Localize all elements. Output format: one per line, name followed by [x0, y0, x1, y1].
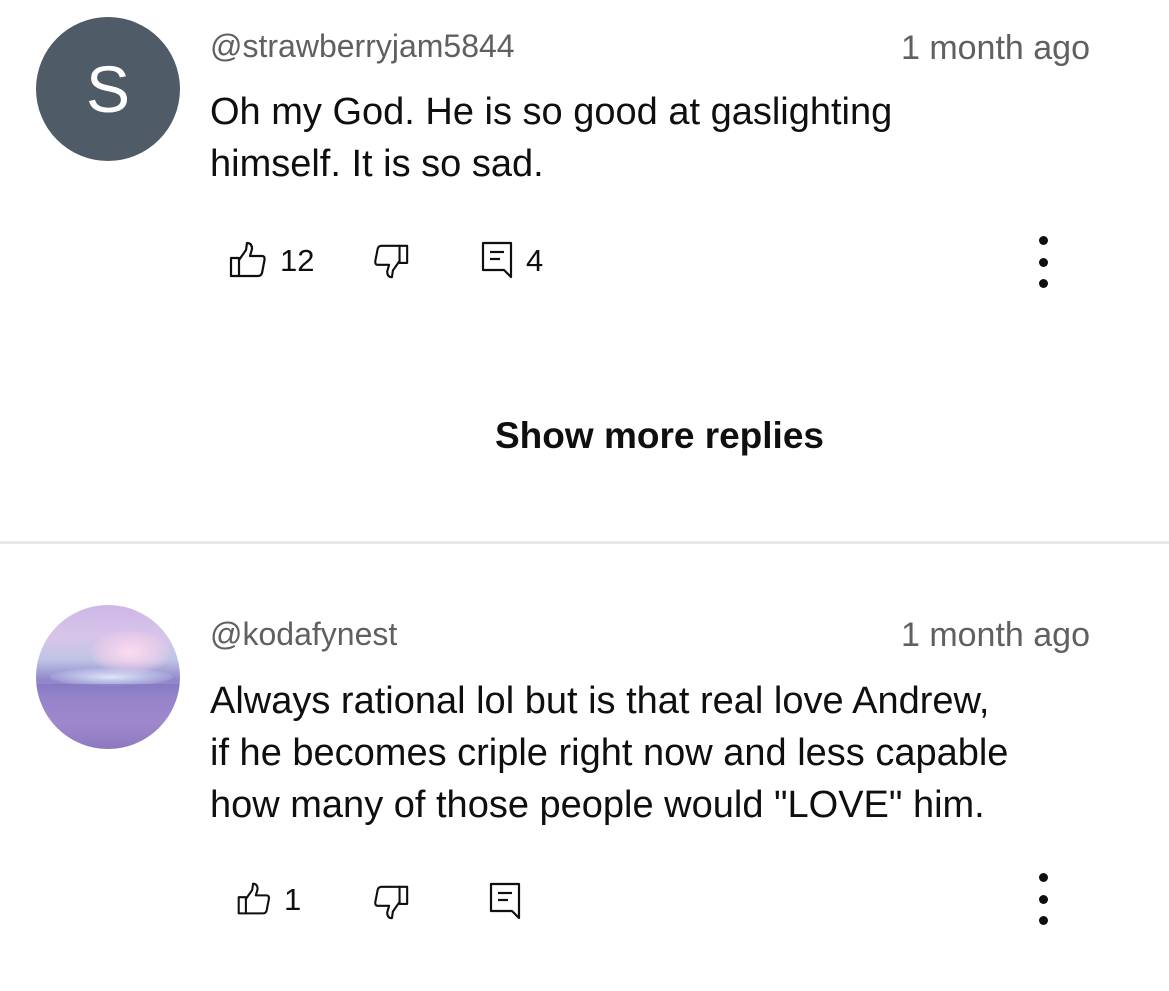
thumbs-down-icon [374, 885, 409, 920]
comment-icon [489, 882, 521, 920]
avatar[interactable] [36, 605, 180, 749]
thumbs-up-icon [237, 882, 270, 915]
more-vert-icon [1038, 873, 1048, 882]
comment-timestamp: 1 month ago [900, 29, 1090, 67]
comment-thread: S @strawberryjam5844 1 month ago Oh my G… [0, 0, 1169, 540]
reply-count: 4 [526, 242, 544, 278]
comment-actions: 12 4 [0, 230, 1169, 290]
reply-button[interactable]: 4 [480, 240, 543, 280]
comment-timestamp: 1 month ago [900, 616, 1090, 654]
avatar-initial: S [85, 52, 131, 126]
thumbs-down-icon [374, 244, 409, 279]
avatar-image-cloud [50, 668, 173, 686]
comment-text: Oh my God. He is so good at gaslighting … [210, 91, 893, 185]
avatar-image-sea [36, 684, 180, 749]
thumbs-up-icon [229, 241, 266, 278]
comment-author[interactable]: @kodafynest [210, 618, 397, 650]
divider [0, 541, 1169, 544]
comment-text: Always rational lol but is that real lov… [210, 680, 1009, 826]
avatar[interactable]: S [36, 17, 180, 161]
more-options-button[interactable] [1032, 873, 1054, 925]
dislike-button[interactable] [372, 883, 410, 921]
more-options-button[interactable] [1032, 236, 1054, 288]
show-more-replies: Show more replies [0, 417, 1169, 454]
like-button[interactable]: 1 [236, 881, 301, 917]
like-count: 1 [284, 881, 302, 917]
reply-button[interactable] [488, 881, 522, 921]
comment-icon [481, 241, 513, 279]
show-more-replies-button[interactable]: Show more replies [495, 417, 824, 454]
like-count: 12 [280, 242, 315, 278]
comment-thread: @kodafynest 1 month ago Always rational … [0, 545, 1169, 991]
dislike-button[interactable] [372, 242, 410, 280]
more-vert-icon [1038, 236, 1048, 245]
like-button[interactable]: 12 [228, 240, 314, 280]
comment-author[interactable]: @strawberryjam5844 [210, 30, 515, 62]
comment-actions: 1 [0, 867, 1169, 927]
